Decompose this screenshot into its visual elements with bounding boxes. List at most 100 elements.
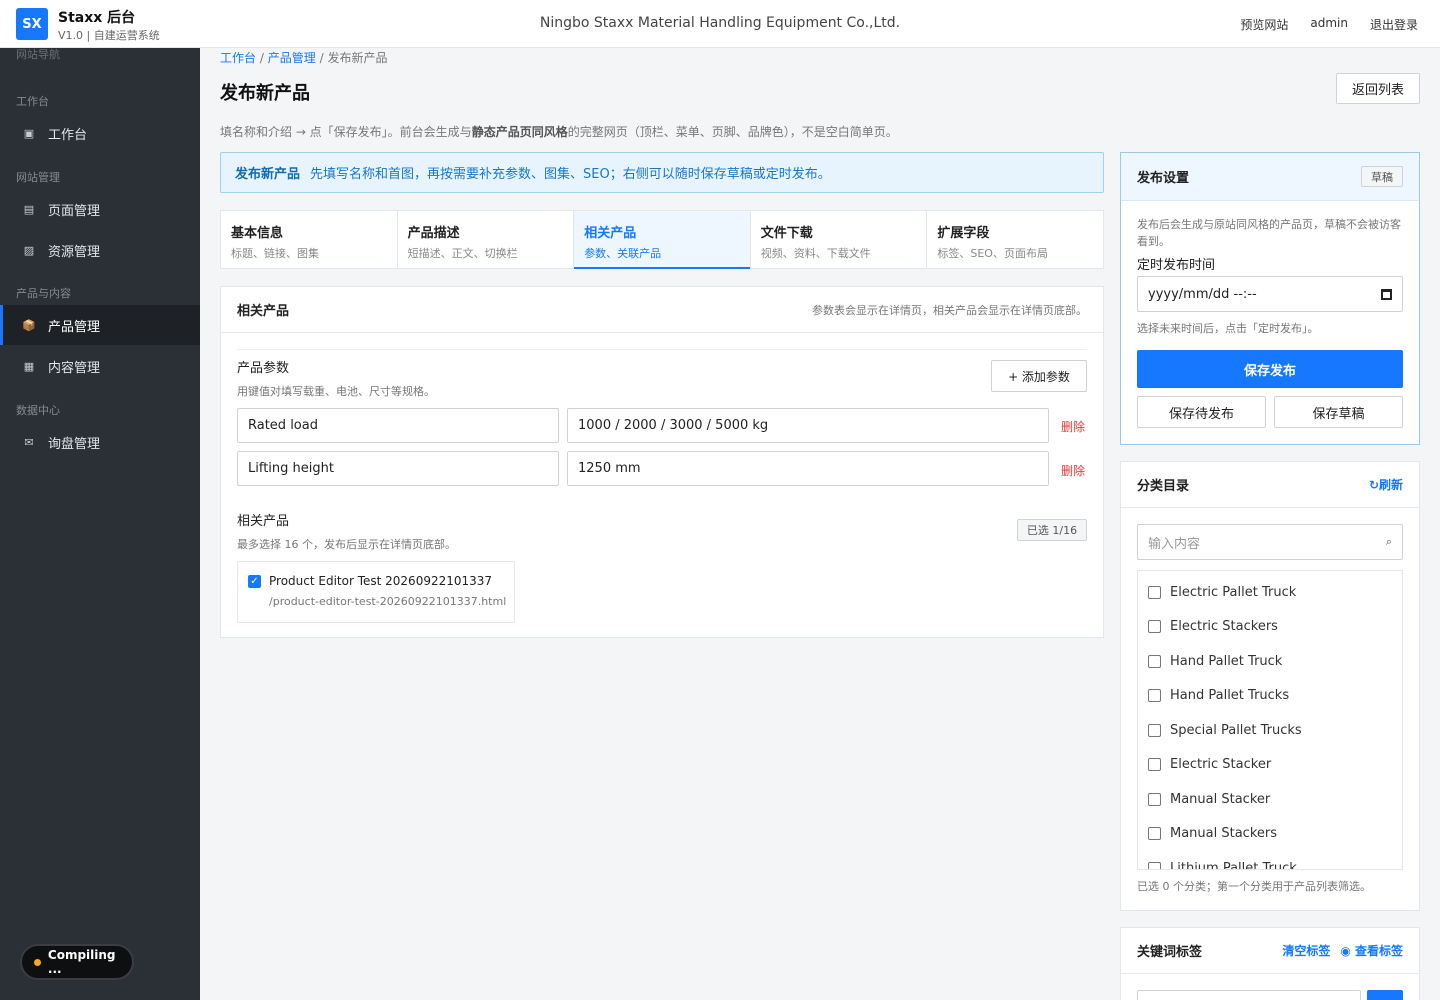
sidebar-item-workspace[interactable]: ▣ 工作台 (0, 113, 200, 153)
checkbox-icon[interactable] (1148, 826, 1161, 840)
schedule-datetime-input[interactable]: yyyy/mm/dd --:-- (1137, 276, 1403, 312)
checkbox-icon[interactable] (1148, 619, 1161, 633)
search-icon[interactable]: ⌕ (1386, 535, 1392, 549)
admin-user-link[interactable]: admin (1310, 16, 1348, 33)
dashboard-icon: ▣ (23, 126, 35, 140)
top-header: SX Staxx 后台 V1.0 | 自建运营系统 Ningbo Staxx M… (0, 0, 1440, 48)
keyword-header: 关键词标签 清空标签 ◉ 查看标签 (1121, 928, 1419, 974)
brand-subtitle: V1.0 | 自建运营系统 (58, 29, 160, 42)
params-note: 用键值对填写载重、电池、尺寸等规格。 (237, 385, 435, 398)
page-description: 填名称和介绍 → 点「保存发布」。前台会生成与静态产品页同风格的完整网页（顶栏、… (220, 123, 898, 140)
category-item[interactable]: Electric Stackers (1148, 616, 1278, 636)
tab-subtitle: 视频、资料、下载文件 (760, 247, 871, 260)
sidebar-item-label: 询盘管理 (48, 436, 101, 452)
checkbox-icon[interactable] (1148, 861, 1161, 869)
page-title: 发布新产品 (220, 83, 310, 104)
delete-param-button[interactable]: 删除 (1061, 462, 1085, 479)
save-publish-button[interactable]: 保存发布 (1137, 350, 1403, 388)
date-placeholder: yyyy/mm/dd --:-- (1148, 286, 1257, 302)
calendar-icon[interactable] (1381, 288, 1392, 300)
save-draft-button[interactable]: 保存草稿 (1274, 396, 1403, 428)
category-item[interactable]: Electric Pallet Truck (1148, 582, 1296, 602)
compiling-label: Compiling ... (47, 948, 116, 976)
card-note: 参数表会显示在详情页，相关产品会显示在详情页底部。 (812, 303, 1087, 317)
tab-description[interactable]: 产品描述 短描述、正文、切换栏 (398, 211, 575, 268)
category-header: 分类目录 ↻刷新 (1121, 462, 1419, 508)
tab-extended-fields[interactable]: 扩展字段 标签、SEO、页面布局 (927, 211, 1103, 268)
sidebar-item-pages[interactable]: ▤ 页面管理 (0, 189, 200, 229)
param-key-input[interactable]: Lifting height (237, 451, 559, 486)
checkbox-icon[interactable] (1148, 792, 1161, 806)
breadcrumb-workspace-link[interactable]: 工作台 (220, 51, 256, 65)
category-label: Manual Stackers (1170, 825, 1278, 841)
category-label: Electric Stacker (1170, 756, 1272, 772)
save-pending-button[interactable]: 保存待发布 (1137, 396, 1266, 428)
tab-file-downloads[interactable]: 文件下载 视频、资料、下载文件 (751, 211, 928, 268)
sidebar-item-inquiries[interactable]: ✉ 询盘管理 (0, 422, 200, 462)
category-panel: 分类目录 ↻刷新 输入内容 ⌕ Electric Pallet Truck El… (1120, 461, 1420, 911)
preview-site-link[interactable]: 预览网站 (1240, 16, 1288, 33)
category-item[interactable]: Special Pallet Trucks (1148, 720, 1302, 740)
sidebar-ghost-label: 网站导航 (16, 48, 60, 61)
compiling-indicator[interactable]: Compiling ... (20, 944, 134, 980)
checkbox-icon[interactable] (1148, 654, 1161, 668)
logo-icon[interactable]: SX (16, 8, 48, 40)
checkbox-checked-icon[interactable]: ✓ (248, 575, 261, 588)
back-to-list-button[interactable]: 返回列表 (1336, 73, 1420, 104)
card-title: 相关产品 (237, 304, 290, 319)
related-product-item[interactable]: ✓ Product Editor Test 20260922101337 /pr… (237, 561, 515, 623)
tab-title: 产品描述 (407, 226, 460, 241)
desc-text: 的完整网页（顶栏、菜单、页脚、品牌色），不是空白简单页。 (567, 125, 898, 139)
param-key-input[interactable]: Rated load (237, 408, 559, 443)
param-value-input[interactable]: 1000 / 2000 / 3000 / 5000 kg (567, 408, 1049, 443)
tab-subtitle: 参数、关联产品 (584, 247, 662, 260)
sidebar-item-label: 产品管理 (48, 319, 101, 335)
refresh-button[interactable]: ↻刷新 (1369, 476, 1403, 493)
breadcrumb-separator: / (319, 51, 324, 65)
sidebar-group-data: 数据中心 (16, 404, 60, 417)
status-dot-icon (34, 958, 41, 966)
brand-title: Staxx 后台 (58, 10, 136, 26)
category-search-input[interactable]: 输入内容 ⌕ (1137, 524, 1403, 560)
category-item[interactable]: Electric Stacker (1148, 754, 1271, 774)
breadcrumb: 工作台 / 产品管理 / 发布新产品 (220, 49, 387, 66)
category-item[interactable]: Lithium Pallet Truck (1148, 858, 1297, 869)
selected-count-badge: 已选 1/16 (1017, 519, 1087, 541)
category-item[interactable]: Manual Stacker (1148, 789, 1270, 809)
view-tags-button[interactable]: ◉ 查看标签 (1340, 942, 1403, 959)
clear-tags-button[interactable]: 清空标签 (1282, 942, 1330, 959)
category-item[interactable]: Hand Pallet Truck (1148, 651, 1282, 671)
breadcrumb-separator: / (259, 51, 264, 65)
checkbox-icon[interactable] (1148, 585, 1161, 599)
sidebar-item-label: 页面管理 (48, 203, 101, 219)
notice-text: 先填写名称和首图，再按需要补充参数、图集、SEO；右侧可以随时保存草稿或定时发布… (310, 167, 831, 182)
category-item[interactable]: Manual Stackers (1148, 823, 1277, 843)
tab-related-products[interactable]: 相关产品 参数、关联产品 (574, 211, 751, 269)
editor-tabs: 基本信息 标题、链接、图集 产品描述 短描述、正文、切换栏 相关产品 参数、关联… (220, 210, 1104, 269)
card-header: 相关产品 参数表会显示在详情页，相关产品会显示在详情页底部。 (221, 287, 1103, 333)
checkbox-icon[interactable] (1148, 757, 1161, 771)
sidebar-item-products[interactable]: 📦 产品管理 (0, 305, 200, 345)
param-value-input[interactable]: 1250 mm (567, 451, 1049, 486)
keyword-input[interactable] (1137, 990, 1361, 1000)
category-label: Special Pallet Trucks (1170, 722, 1302, 738)
delete-param-button[interactable]: 删除 (1061, 418, 1085, 435)
category-item[interactable]: Hand Pallet Trucks (1148, 685, 1289, 705)
tab-subtitle: 短描述、正文、切换栏 (407, 247, 518, 260)
sidebar-group-content: 产品与内容 (16, 287, 71, 300)
checkbox-icon[interactable] (1148, 688, 1161, 702)
logout-link[interactable]: 退出登录 (1370, 16, 1418, 33)
sidebar: 网站导航 工作台 ▣ 工作台 网站管理 ▤ 页面管理 ▨ 资源管理 产品与内容 … (0, 48, 200, 1000)
category-label: Electric Pallet Truck (1170, 584, 1297, 600)
keyword-actions: 清空标签 ◉ 查看标签 (1282, 942, 1403, 959)
breadcrumb-products-link[interactable]: 产品管理 (268, 51, 316, 65)
category-list[interactable]: Electric Pallet Truck Electric Stackers … (1137, 570, 1403, 870)
sidebar-item-resources[interactable]: ▨ 资源管理 (0, 230, 200, 270)
checkbox-icon[interactable] (1148, 723, 1161, 737)
desc-text: 填名称和介绍 → 点「保存发布」。前台会生成与 (220, 125, 472, 139)
add-keyword-button[interactable] (1367, 990, 1403, 1000)
tab-basic-info[interactable]: 基本信息 标题、链接、图集 (221, 211, 398, 268)
desc-bold: 静态产品页同风格 (471, 125, 568, 139)
sidebar-item-content[interactable]: ▦ 内容管理 (0, 346, 200, 386)
add-param-button[interactable]: + 添加参数 (991, 360, 1087, 392)
